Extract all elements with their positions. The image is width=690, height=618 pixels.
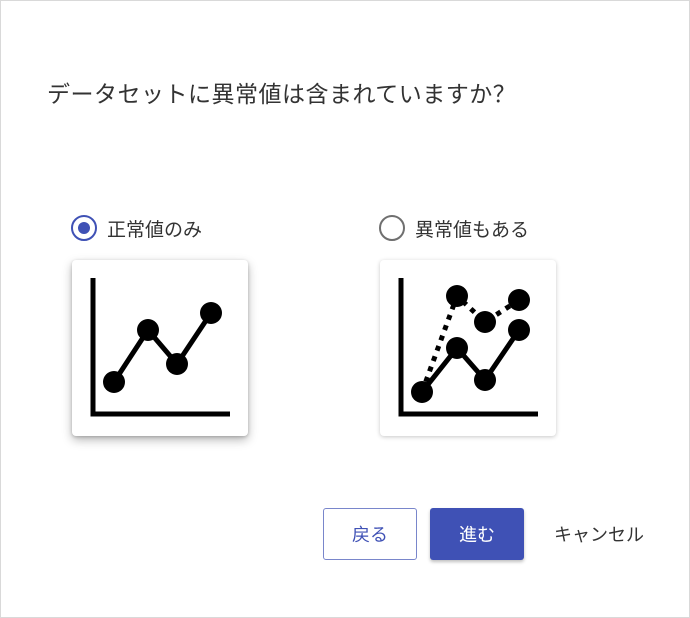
line-chart-icon — [90, 278, 230, 417]
card-has-anomalies[interactable] — [380, 260, 556, 436]
card-normal-only[interactable] — [72, 260, 248, 436]
option-normal-only[interactable]: 正常値のみ — [71, 211, 202, 245]
option-normal-only-label: 正常値のみ — [107, 218, 203, 241]
dialog-question: データセットに異常値は含まれていますか？ — [47, 82, 517, 108]
cancel-button[interactable]: キャンセル — [537, 508, 661, 560]
radio-has-anomalies[interactable] — [379, 215, 405, 241]
next-button[interactable]: 進む — [430, 508, 524, 560]
dialog: データセットに異常値は含まれていますか？ 正常値のみ 異常値もある 戻る 進む … — [0, 0, 690, 618]
back-button[interactable]: 戻る — [323, 508, 417, 560]
option-has-anomalies-label: 異常値もある — [415, 218, 530, 241]
option-has-anomalies[interactable]: 異常値もある — [379, 211, 529, 245]
radio-normal-only[interactable] — [71, 215, 97, 241]
line-chart-with-outliers-icon — [398, 278, 538, 417]
